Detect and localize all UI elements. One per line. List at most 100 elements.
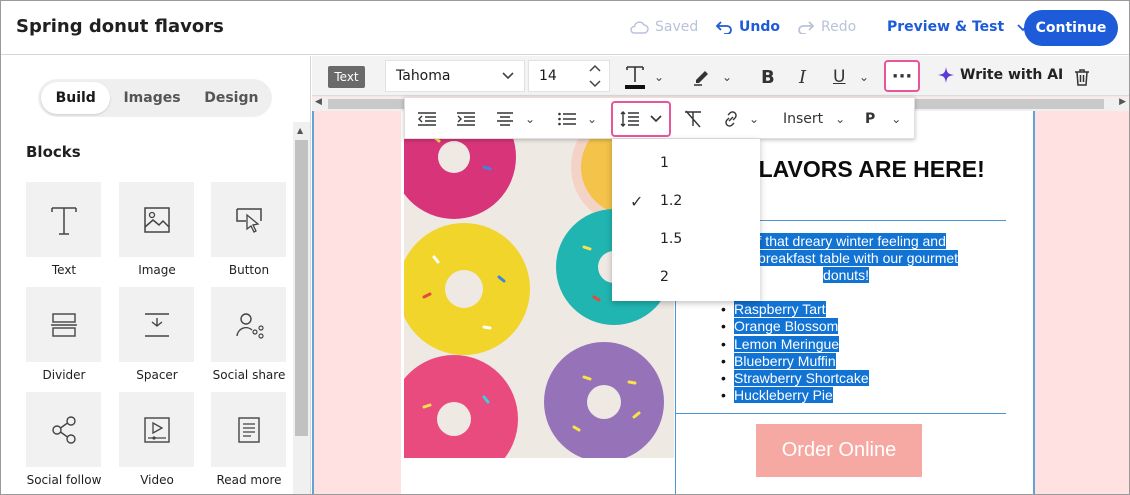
order-online-button[interactable]: Order Online xyxy=(756,424,922,477)
saved-status: Saved xyxy=(629,19,698,35)
align-button[interactable]: ⌄ xyxy=(495,110,535,128)
block-label: Divider xyxy=(42,368,86,382)
line-height-option[interactable]: 1 xyxy=(612,144,760,182)
block-label: Read more xyxy=(216,473,282,487)
font-size-stepper[interactable]: 14 xyxy=(528,60,610,92)
italic-button[interactable]: I xyxy=(799,64,806,90)
align-center-icon xyxy=(497,112,513,126)
paragraph-line: our breakfast table with our gourmet xyxy=(733,250,959,266)
option-label: 1.5 xyxy=(660,231,683,247)
clear-format-button[interactable] xyxy=(683,110,703,128)
block-type-tag: Text xyxy=(328,66,365,88)
highlight-color-button[interactable]: ⌄ xyxy=(692,64,732,90)
list-item: Strawberry Shortcake xyxy=(721,370,869,388)
button-icon xyxy=(235,207,262,233)
chevron-down-icon: ⌄ xyxy=(587,112,598,126)
stepper-arrows-icon[interactable] xyxy=(589,64,601,88)
block-label: Social follow xyxy=(26,473,102,487)
section-divider xyxy=(676,413,1006,414)
block-social-share[interactable] xyxy=(211,287,286,362)
chevron-down-icon: ⌄ xyxy=(749,112,760,126)
block-label: Spacer xyxy=(136,368,178,382)
ellipsis-icon: ··· xyxy=(891,65,913,87)
paragraph-style-button[interactable]: P ⌄ xyxy=(865,110,901,128)
bold-button[interactable]: B xyxy=(761,64,775,90)
clear-format-icon xyxy=(685,110,701,128)
font-family-value: Tahoma xyxy=(396,68,451,84)
font-size-value: 14 xyxy=(539,68,557,84)
text-color-button[interactable]: ⌄ xyxy=(622,64,664,90)
scroll-right-icon[interactable]: ▶ xyxy=(1119,97,1126,107)
chevron-down-icon: ⌄ xyxy=(525,112,536,126)
block-button[interactable] xyxy=(211,182,286,257)
write-with-ai-button[interactable]: Write with AI xyxy=(938,67,1063,83)
block-read-more[interactable] xyxy=(211,392,286,467)
block-spacer[interactable] xyxy=(119,287,194,362)
write-ai-label: Write with AI xyxy=(960,67,1064,83)
redo-icon xyxy=(798,21,815,34)
link-button[interactable]: ⌄ xyxy=(721,110,759,128)
block-text[interactable] xyxy=(26,182,101,257)
scroll-up-icon[interactable]: ▲ xyxy=(297,126,303,135)
scrollbar-thumb[interactable] xyxy=(295,140,308,436)
chevron-down-icon: ⌄ xyxy=(722,70,733,84)
outdent-icon xyxy=(418,112,436,126)
option-label: 1 xyxy=(660,155,669,171)
chevron-down-icon: ⌄ xyxy=(654,70,665,84)
tab-build[interactable]: Build xyxy=(41,82,111,114)
insert-label: Insert xyxy=(783,111,824,127)
insert-button[interactable]: Insert ⌄ xyxy=(783,110,845,128)
indent-icon xyxy=(457,112,475,126)
tab-design[interactable]: Design xyxy=(194,82,269,114)
line-height-option[interactable]: ✓ 1.2 xyxy=(612,182,760,220)
outdent-button[interactable] xyxy=(417,110,437,128)
panel-tabs: Build Images Design xyxy=(38,79,272,117)
social-follow-icon xyxy=(51,415,76,444)
saved-label: Saved xyxy=(655,19,699,35)
paragraph-style-label: P xyxy=(865,111,876,127)
line-height-dropdown: 1 ✓ 1.2 1.5 2 xyxy=(612,139,760,301)
left-scrollbar[interactable]: ▲ xyxy=(293,122,310,494)
font-family-select[interactable]: Tahoma xyxy=(385,60,525,92)
block-label: Text xyxy=(51,263,77,277)
trash-icon xyxy=(1075,69,1089,86)
undo-button[interactable]: Undo xyxy=(715,19,780,35)
document-title[interactable]: Spring donut flavors xyxy=(16,16,224,37)
list-item: Lemon Meringue xyxy=(721,335,869,353)
block-divider[interactable] xyxy=(26,287,101,362)
scroll-left-icon[interactable]: ◀ xyxy=(315,97,322,107)
chevron-down-icon[interactable]: ⌄ xyxy=(859,64,869,90)
block-image[interactable] xyxy=(119,182,194,257)
redo-button[interactable]: Redo xyxy=(797,19,856,35)
block-label: Video xyxy=(140,473,174,487)
delete-button[interactable] xyxy=(1074,64,1090,90)
chevron-down-icon xyxy=(502,72,514,80)
preview-label: Preview & Test xyxy=(887,19,1005,35)
flavor-list[interactable]: Raspberry Tart Orange Blossom Lemon Meri… xyxy=(721,301,869,405)
bullet-list-icon xyxy=(558,112,576,126)
line-height-button[interactable] xyxy=(611,101,671,137)
list-item: Orange Blossom xyxy=(721,318,869,336)
link-icon xyxy=(725,111,737,127)
preview-test-button[interactable]: Preview & Test xyxy=(887,19,1030,35)
undo-label: Undo xyxy=(739,19,780,35)
line-height-option[interactable]: 1.5 xyxy=(612,220,760,258)
line-height-option[interactable]: 2 xyxy=(612,258,760,296)
top-bar: Spring donut flavors Saved Undo Redo Pre… xyxy=(1,1,1129,55)
continue-button[interactable]: Continue xyxy=(1024,10,1118,46)
list-button[interactable]: ⌄ xyxy=(557,110,597,128)
more-options-button[interactable]: ··· xyxy=(884,60,920,92)
redo-label: Redo xyxy=(821,19,857,35)
indent-button[interactable] xyxy=(456,110,476,128)
block-social-follow[interactable] xyxy=(26,392,101,467)
paragraph-line: off that dreary winter feeling and xyxy=(746,233,946,249)
block-video[interactable] xyxy=(119,392,194,467)
sparkle-icon xyxy=(938,67,954,83)
canvas-edge-right xyxy=(1033,111,1035,494)
app-window: Spring donut flavors Saved Undo Redo Pre… xyxy=(0,0,1130,495)
tab-images[interactable]: Images xyxy=(110,82,193,114)
image-icon xyxy=(143,206,170,233)
underline-button[interactable]: U xyxy=(833,64,845,90)
text-toolbar: Text Tahoma 14 ⌄ ⌄ B I U ⌄ ··· Write wit… xyxy=(312,56,1129,96)
list-item: Huckleberry Pie xyxy=(721,387,869,405)
